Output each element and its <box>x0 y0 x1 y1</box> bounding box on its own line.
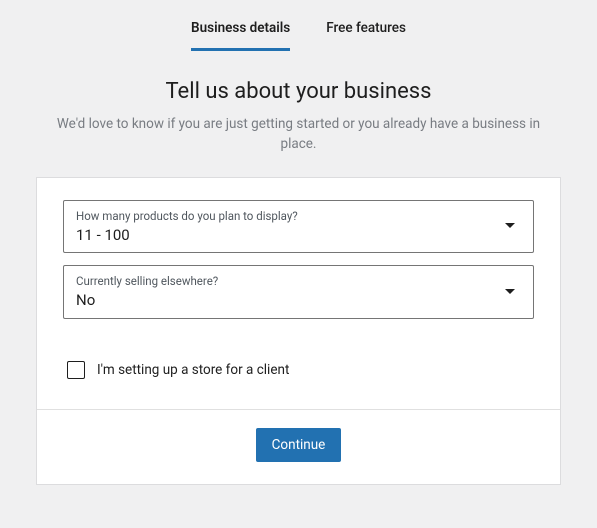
form-card: How many products do you plan to display… <box>36 177 561 485</box>
form-card-footer: Continue <box>37 409 560 484</box>
form-card-body: How many products do you plan to display… <box>37 178 560 409</box>
selling-select[interactable]: Currently selling elsewhere? No <box>63 265 534 319</box>
tab-business-details[interactable]: Business details <box>191 20 290 51</box>
products-select-value: 11 - 100 <box>76 226 130 244</box>
selling-select-label: Currently selling elsewhere? <box>76 274 521 288</box>
client-checkbox-label: I'm setting up a store for a client <box>97 362 289 378</box>
products-select[interactable]: How many products do you plan to display… <box>63 200 534 254</box>
chevron-down-icon <box>505 223 515 229</box>
selling-select-value: No <box>76 291 95 309</box>
tab-free-features[interactable]: Free features <box>326 20 406 51</box>
products-select-label: How many products do you plan to display… <box>76 209 521 223</box>
page-subtitle: We'd love to know if you are just gettin… <box>40 114 557 155</box>
heading-block: Tell us about your business We'd love to… <box>0 51 597 177</box>
client-checkbox[interactable] <box>67 361 85 379</box>
chevron-down-icon <box>505 289 515 295</box>
continue-button[interactable]: Continue <box>256 428 342 462</box>
client-checkbox-row: I'm setting up a store for a client <box>63 361 534 379</box>
tab-bar: Business details Free features <box>0 0 597 51</box>
page-title: Tell us about your business <box>40 79 557 104</box>
